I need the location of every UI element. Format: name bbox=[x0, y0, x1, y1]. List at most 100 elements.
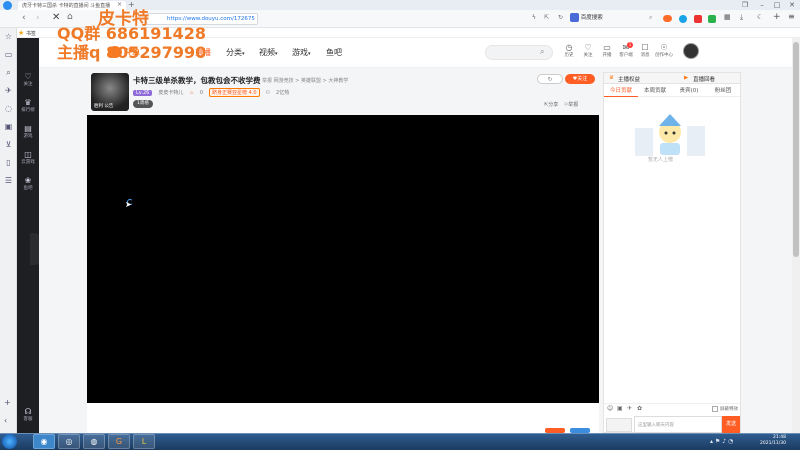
nav-fish-bar[interactable]: 鱼吧 bbox=[326, 47, 342, 58]
restore-window-icon[interactable]: ❐ bbox=[738, 0, 752, 10]
taskbar-obs-icon[interactable]: ◍ bbox=[83, 434, 105, 449]
watermark-line3: 主播q 805297990 bbox=[57, 43, 207, 62]
tab-fan-club[interactable]: 粉丝团 bbox=[706, 85, 740, 97]
download-icon[interactable]: ⤓ bbox=[740, 13, 743, 22]
refresh-icon[interactable]: ↻ bbox=[558, 14, 563, 21]
share-icon[interactable]: ⇱ bbox=[544, 14, 549, 21]
block-effects-label: 屏蔽特效 bbox=[720, 407, 738, 412]
share-button[interactable]: 分享 bbox=[548, 102, 558, 108]
taskbar-g-icon[interactable]: G bbox=[108, 434, 130, 449]
live-icon: ▭ bbox=[603, 43, 611, 52]
sidebar-item-label: 关注 bbox=[23, 82, 33, 87]
fan-badge[interactable]: 跻身正赛亚星榜 4.0 bbox=[209, 88, 260, 97]
search-icon[interactable]: ⌕ bbox=[0, 64, 17, 82]
rank-tag[interactable]: 1周榜 bbox=[133, 100, 153, 108]
search-icon[interactable]: ⌕ bbox=[540, 47, 544, 57]
reading-icon[interactable]: ▭ bbox=[0, 46, 17, 64]
refresh-stream-button[interactable]: ↻ bbox=[537, 74, 563, 84]
send-image-icon[interactable]: ✈ bbox=[627, 405, 632, 412]
sidebar-item-follow[interactable]: ♡ 关注 bbox=[17, 68, 39, 94]
tray-icons[interactable]: ▴ ⚑ ♪ ◔ bbox=[710, 438, 733, 445]
customer-service[interactable]: ☊ 客服 bbox=[17, 407, 39, 422]
nav-category[interactable]: 分类▾ bbox=[226, 47, 245, 58]
anchor-name[interactable]: 皮皮卡特儿 bbox=[158, 89, 183, 96]
game-center-icon[interactable] bbox=[663, 15, 672, 22]
bubble-icon[interactable]: ◌ bbox=[0, 100, 17, 118]
send-button[interactable]: 发送 bbox=[722, 416, 740, 433]
empty-rank-text: 暂无人上榜 bbox=[648, 157, 674, 163]
search-icon[interactable]: ⌕ bbox=[649, 14, 652, 22]
minimize-icon[interactable]: – bbox=[755, 0, 769, 10]
collapse-panel-icon[interactable]: ‹ bbox=[4, 416, 7, 425]
add-panel-icon[interactable]: + bbox=[4, 398, 11, 407]
sidebar-item-cloud-game[interactable]: ◫ 云游戏 bbox=[17, 146, 39, 172]
taskbar-lol-icon[interactable]: L bbox=[133, 434, 155, 449]
avatar-caption: 胜利 公告 bbox=[94, 104, 114, 109]
close-window-icon[interactable]: ✕ bbox=[785, 0, 799, 10]
chevron-down-icon: ▾ bbox=[275, 51, 278, 57]
cloud-icon[interactable] bbox=[679, 15, 687, 23]
video-player[interactable] bbox=[87, 115, 599, 403]
header-go-live[interactable]: ▭ 开播 bbox=[598, 43, 616, 59]
cart-icon[interactable]: ⊻ bbox=[0, 136, 17, 154]
search-engine-box[interactable]: 百度搜索 bbox=[570, 13, 645, 24]
extension-icon[interactable] bbox=[708, 15, 716, 23]
follow-button[interactable]: ♥关注 bbox=[565, 74, 595, 84]
menu-icon[interactable]: ≡ bbox=[788, 12, 795, 21]
taskbar-browser-icon[interactable]: ◉ bbox=[33, 434, 55, 449]
taskbar-clock[interactable]: 21:48 2021/11/30 bbox=[760, 435, 786, 447]
block-effects-checkbox[interactable] bbox=[712, 406, 718, 412]
tab-today-contribution[interactable]: 今日贡献 bbox=[604, 85, 638, 97]
report-button[interactable]: 举报 bbox=[568, 102, 578, 108]
start-button[interactable] bbox=[2, 434, 17, 449]
nav-video[interactable]: 视频▾ bbox=[259, 47, 278, 58]
add-icon[interactable]: + bbox=[773, 12, 781, 22]
lightning-icon[interactable]: ϟ bbox=[532, 14, 536, 21]
forward-icon[interactable]: › bbox=[36, 13, 40, 23]
bulb-icon: ☉ bbox=[660, 43, 668, 52]
taskbar-app-icon[interactable]: ◎ bbox=[58, 434, 80, 449]
image-icon[interactable]: ▣ bbox=[617, 405, 623, 412]
chat-input[interactable]: 这里输入聊天内容 bbox=[634, 416, 722, 433]
maximize-icon[interactable]: □ bbox=[770, 0, 784, 10]
gift-icon[interactable]: ✿ bbox=[637, 405, 642, 412]
moon-icon[interactable]: ☾ bbox=[757, 13, 763, 21]
chat-top-tabs: ♛ 主播权益 ▶ 直播回看 bbox=[604, 73, 740, 84]
heart-icon: ♡ bbox=[24, 72, 32, 81]
star-icon[interactable]: ★ bbox=[18, 29, 24, 37]
emoji-icon[interactable]: ☺ bbox=[607, 405, 613, 412]
sidebar-item-game[interactable]: ▤ 游戏 bbox=[17, 120, 39, 146]
box-icon[interactable]: ▣ bbox=[0, 118, 17, 136]
phone-icon[interactable]: ▯ bbox=[0, 154, 17, 172]
baidu-icon bbox=[570, 13, 579, 22]
browser-tab-title: 虎牙卡特三国杀 卡特的直播间 斗鱼直播 bbox=[22, 3, 111, 9]
bookmark-label[interactable]: 书签 bbox=[26, 31, 36, 37]
fan-medal-selector[interactable] bbox=[606, 418, 632, 432]
list-icon[interactable]: ☰ bbox=[0, 172, 17, 190]
scrollbar-thumb[interactable] bbox=[793, 42, 799, 257]
bird-icon[interactable]: ✈ bbox=[0, 82, 17, 100]
app-icon[interactable] bbox=[694, 15, 702, 23]
nav-game[interactable]: 游戏▾ bbox=[292, 47, 311, 58]
sidebar-item-fish-bar[interactable]: ❀ 鱼吧 bbox=[17, 172, 39, 198]
sidebar-item-label: 鱼吧 bbox=[23, 186, 33, 191]
browser-side-panel: ☆ ▭ ⌕ ✈ ◌ ▣ ⊻ ▯ ☰ bbox=[0, 28, 17, 433]
header-history[interactable]: ◷ 历史 bbox=[560, 43, 578, 59]
room-category[interactable]: 举报 网游竞技 > 英雄联盟 > 大神教学 bbox=[262, 77, 348, 84]
tab-replay[interactable]: 直播回看 bbox=[693, 75, 715, 83]
gift-bar bbox=[87, 403, 599, 433]
header-follow[interactable]: ♡ 关注 bbox=[579, 43, 597, 59]
header-messages[interactable]: ☐ 消息 bbox=[636, 43, 654, 59]
sidebar-item-rank[interactable]: ♛ 排行榜 bbox=[17, 94, 39, 120]
header-creator[interactable]: ☉ 创作中心 bbox=[653, 43, 675, 59]
chevron-down-icon: ▾ bbox=[308, 51, 311, 57]
tab-week-contribution[interactable]: 本周贡献 bbox=[638, 85, 672, 97]
user-avatar[interactable] bbox=[683, 43, 699, 59]
tab-anchor-rights[interactable]: 主播权益 bbox=[618, 75, 640, 83]
grid-icon[interactable]: ▦ bbox=[724, 13, 731, 21]
tab-vip[interactable]: 贵宾(0) bbox=[672, 85, 706, 97]
browser-logo-icon bbox=[3, 1, 12, 10]
nav-video-label: 视频 bbox=[259, 48, 275, 57]
star-icon[interactable]: ☆ bbox=[0, 28, 17, 46]
back-icon[interactable]: ‹ bbox=[22, 13, 26, 23]
